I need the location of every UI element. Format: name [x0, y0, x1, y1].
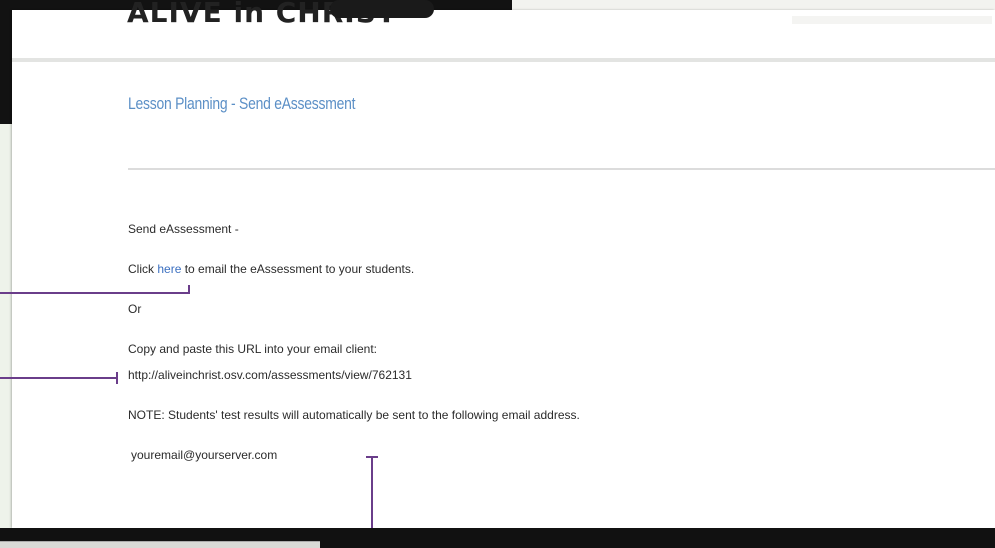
header-faint-area — [792, 16, 992, 24]
click-suffix-text: to email the eAssessment to your student… — [181, 262, 415, 276]
callout-line-url — [0, 377, 118, 379]
logo-badge — [330, 0, 434, 18]
click-prefix-text: Click — [128, 262, 158, 276]
section-heading: Send eAssessment - — [128, 222, 239, 236]
breadcrumb[interactable]: Lesson Planning - Send eAssessment — [128, 94, 355, 114]
callout-line-here — [0, 292, 190, 294]
or-text: Or — [128, 302, 142, 316]
divider — [128, 168, 995, 170]
copy-instruction: Copy and paste this URL into your email … — [128, 342, 378, 356]
page-window: ALIVE in CHRIST Lesson Planning - Send e… — [12, 0, 995, 528]
callout-tick-here — [188, 285, 190, 294]
callout-tick-url — [116, 372, 118, 384]
email-here-link[interactable]: here — [157, 262, 181, 276]
status-tab — [0, 541, 320, 548]
note-text: NOTE: Students' test results will automa… — [128, 408, 580, 422]
site-header: ALIVE in CHRIST — [12, 0, 995, 62]
click-here-line: Click here to email the eAssessment to y… — [128, 262, 414, 276]
assessment-url[interactable]: http://aliveinchrist.osv.com/assessments… — [128, 368, 412, 382]
teacher-email: youremail@yourserver.com — [131, 448, 278, 462]
callout-tick-email — [366, 456, 378, 458]
